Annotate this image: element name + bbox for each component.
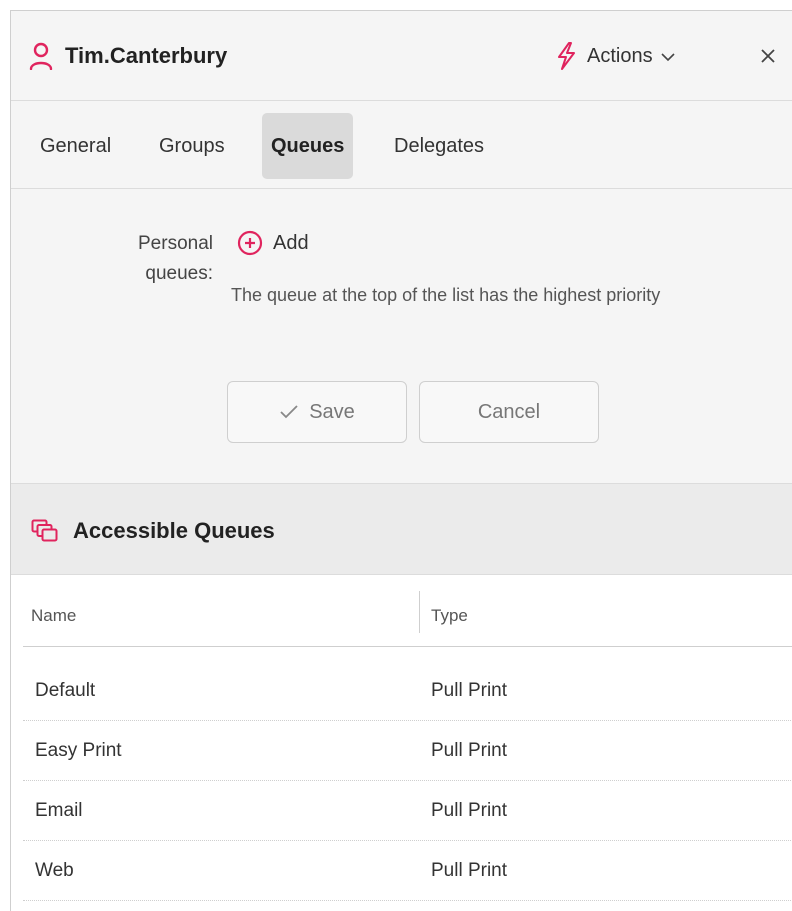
- add-circle-icon: [237, 230, 263, 256]
- personal-queues-form: Personal queues: Add The queue at the to…: [11, 189, 792, 483]
- priority-help-text: The queue at the top of the list has the…: [231, 285, 661, 305]
- queue-type-cell: Pull Print: [431, 740, 508, 761]
- table-row[interactable]: Default Pull Print: [23, 661, 792, 721]
- queue-type-cell: Pull Print: [431, 800, 508, 821]
- table-row[interactable]: Web Pull Print: [23, 841, 792, 901]
- queue-type-cell: Pull Print: [431, 680, 508, 701]
- column-header-type[interactable]: Type: [431, 595, 468, 637]
- close-icon[interactable]: [757, 45, 779, 67]
- tab-bar: General Groups Queues Delegates: [11, 101, 792, 189]
- actions-label: Actions: [587, 45, 653, 67]
- tab-general[interactable]: General: [31, 113, 120, 179]
- save-label: Save: [309, 400, 355, 423]
- tab-delegates[interactable]: Delegates: [385, 113, 493, 179]
- panel-header: Tim.Canterbury Actions: [11, 11, 792, 101]
- table-row[interactable]: Easy Print Pull Print: [23, 721, 792, 781]
- header-divider: [23, 646, 792, 647]
- user-details-panel: Tim.Canterbury Actions General Groups Qu…: [10, 10, 792, 911]
- cancel-label: Cancel: [477, 400, 541, 423]
- tab-queues[interactable]: Queues: [262, 113, 354, 179]
- queue-name-cell: Web: [35, 860, 74, 881]
- queue-type-cell: Pull Print: [431, 860, 508, 881]
- add-label: Add: [273, 231, 309, 254]
- user-icon: [29, 42, 53, 70]
- queues-icon: [31, 519, 58, 542]
- queue-name-cell: Email: [35, 800, 83, 821]
- table-row[interactable]: Email Pull Print: [23, 781, 792, 841]
- add-queue-button[interactable]: Add: [237, 227, 309, 259]
- queue-name-cell: Default: [35, 680, 96, 701]
- accessible-queues-header: Accessible Queues: [11, 483, 792, 575]
- accessible-queues-table: Name Type Default Pull Print Easy Print …: [11, 575, 792, 911]
- chevron-down-icon: [661, 53, 675, 62]
- queue-name-cell: Easy Print: [35, 740, 122, 761]
- save-button[interactable]: Save: [227, 381, 407, 443]
- column-resize-handle[interactable]: [419, 591, 420, 633]
- accessible-queues-title: Accessible Queues: [73, 518, 275, 543]
- check-icon: [280, 405, 298, 419]
- tab-groups[interactable]: Groups: [150, 113, 234, 179]
- user-name-title: Tim.Canterbury: [65, 43, 228, 68]
- personal-queues-label: Personal queues:: [138, 233, 213, 284]
- cancel-button[interactable]: Cancel: [419, 381, 599, 443]
- bolt-icon: [558, 42, 575, 70]
- actions-menu-button[interactable]: Actions: [555, 39, 675, 73]
- column-header-name[interactable]: Name: [31, 595, 76, 637]
